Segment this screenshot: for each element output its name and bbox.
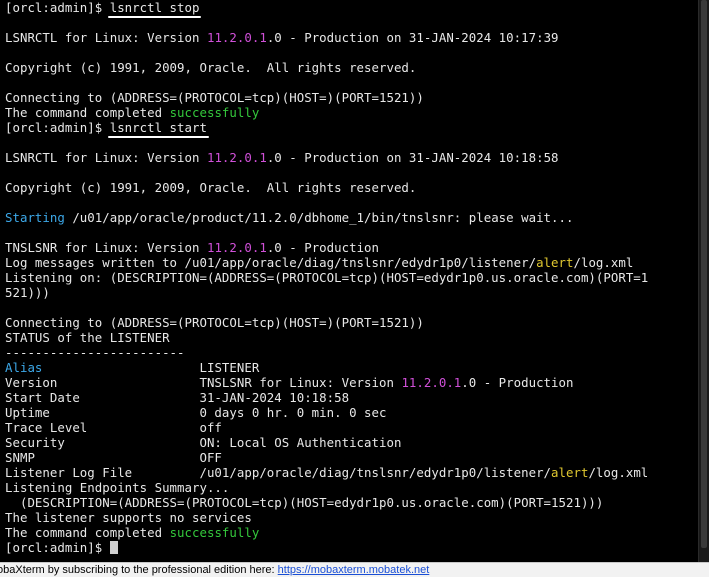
terminal-text: [orcl:admin]$ [5, 0, 110, 15]
terminal-cursor [109, 541, 118, 554]
highlighted-text-success: successfully [169, 105, 260, 120]
command-text: lsnrctl start [107, 120, 209, 138]
terminal-line: The command completed successfully [5, 105, 704, 120]
terminal-line: Log messages written to /u01/app/oracle/… [5, 255, 704, 270]
highlighted-text-version: 11.2.0.1 [206, 240, 267, 255]
terminal-line: STATUS of the LISTENER [5, 330, 704, 345]
terminal-text: /log.xml [573, 255, 634, 270]
terminal-line: Listener Log File /u01/app/oracle/diag/t… [5, 465, 704, 480]
terminal-text: /u01/app/oracle/product/11.2.0/dbhome_1/… [64, 210, 574, 225]
highlighted-text-version: 11.2.0.1 [206, 30, 267, 45]
terminal-text: Uptime 0 days 0 hr. 0 min. 0 sec [5, 405, 387, 420]
terminal-line: [orcl:admin]$ [5, 540, 704, 555]
terminal-line: LSNRCTL for Linux: Version 11.2.0.1.0 - … [5, 150, 704, 165]
terminal-text: Copyright (c) 1991, 2009, Oracle. All ri… [5, 180, 417, 195]
mobaxterm-link[interactable]: https://mobaxterm.mobatek.net [278, 564, 430, 576]
highlighted-text-alert: alert [551, 465, 589, 480]
highlighted-text-alert: alert [536, 255, 574, 270]
terminal-line: Alias LISTENER [5, 360, 704, 375]
terminal-text: Listener Log File /u01/app/oracle/diag/t… [5, 465, 552, 480]
terminal-text: Connecting to (ADDRESS=(PROTOCOL=tcp)(HO… [5, 315, 424, 330]
highlighted-text-version: 11.2.0.1 [206, 150, 267, 165]
terminal-text: Listening Endpoints Summary... [5, 480, 230, 495]
terminal-text: /log.xml [588, 465, 649, 480]
terminal-line: Version TNSLSNR for Linux: Version 11.2.… [5, 375, 704, 390]
terminal-text: .0 - Production [461, 375, 574, 390]
terminal-line: (DESCRIPTION=(ADDRESS=(PROTOCOL=tcp)(HOS… [5, 495, 704, 510]
highlighted-text-success: successfully [169, 525, 260, 540]
terminal-line: 521))) [5, 285, 704, 300]
terminal-text: .0 - Production on 31-JAN-2024 10:17:39 [266, 30, 559, 45]
terminal-text: Listening on: (DESCRIPTION=(ADDRESS=(PRO… [5, 270, 649, 285]
terminal-scrollbar[interactable] [698, 0, 709, 562]
terminal-text: .0 - Production [266, 240, 380, 255]
terminal-text: Security ON: Local OS Authentication [5, 435, 402, 450]
scrollbar-thumb[interactable] [701, 0, 707, 548]
command-underline [107, 16, 202, 18]
status-message: obaXterm by subscribing to the professio… [0, 564, 278, 576]
terminal-output[interactable]: [orcl:admin]$ lsnrctl stop LSNRCTL for L… [0, 0, 704, 562]
terminal-text: Trace Level off [5, 420, 222, 435]
terminal-line: ------------------------ [5, 345, 704, 360]
terminal-text: The listener supports no services [5, 510, 252, 525]
terminal-text: ------------------------ [5, 345, 185, 360]
highlighted-text-cyan: Starting [5, 210, 65, 225]
terminal-text: LSNRCTL for Linux: Version [5, 30, 207, 45]
terminal-text: Start Date 31-JAN-2024 10:18:58 [5, 390, 350, 405]
terminal-text: Connecting to (ADDRESS=(PROTOCOL=tcp)(HO… [5, 90, 424, 105]
terminal-text: 521))) [5, 285, 50, 300]
terminal-line: [orcl:admin]$ lsnrctl start [5, 120, 704, 138]
terminal-text: LSNRCTL for Linux: Version [5, 150, 207, 165]
status-bar: obaXterm by subscribing to the professio… [0, 562, 709, 577]
terminal-line: Starting /u01/app/oracle/product/11.2.0/… [5, 210, 704, 225]
terminal-line: Trace Level off [5, 420, 704, 435]
terminal-text: TNSLSNR for Linux: Version [5, 240, 207, 255]
terminal-line: The listener supports no services [5, 510, 704, 525]
highlighted-text-version: 11.2.0.1 [401, 375, 462, 390]
terminal-text: The command completed [5, 105, 170, 120]
terminal-text: [orcl:admin]$ [5, 540, 110, 555]
terminal-line: Uptime 0 days 0 hr. 0 min. 0 sec [5, 405, 704, 420]
terminal-line: Connecting to (ADDRESS=(PROTOCOL=tcp)(HO… [5, 90, 704, 105]
terminal-line: Copyright (c) 1991, 2009, Oracle. All ri… [5, 180, 704, 195]
terminal-line: Copyright (c) 1991, 2009, Oracle. All ri… [5, 60, 704, 75]
terminal-text: (DESCRIPTION=(ADDRESS=(PROTOCOL=tcp)(HOS… [5, 495, 604, 510]
terminal-text: [orcl:admin]$ [5, 120, 110, 135]
terminal-line: SNMP OFF [5, 450, 704, 465]
terminal-line: The command completed successfully [5, 525, 704, 540]
terminal-text: Version TNSLSNR for Linux: Version [5, 375, 402, 390]
highlighted-text-cyan: Alias [5, 360, 43, 375]
terminal-text: Copyright (c) 1991, 2009, Oracle. All ri… [5, 60, 417, 75]
terminal-line: [orcl:admin]$ lsnrctl stop [5, 0, 704, 18]
command-text: lsnrctl stop [107, 0, 202, 18]
terminal-line: Start Date 31-JAN-2024 10:18:58 [5, 390, 704, 405]
terminal-text: SNMP OFF [5, 450, 222, 465]
terminal-line: TNSLSNR for Linux: Version 11.2.0.1.0 - … [5, 240, 704, 255]
terminal-line: Listening on: (DESCRIPTION=(ADDRESS=(PRO… [5, 270, 704, 285]
terminal-text: STATUS of the LISTENER [5, 330, 170, 345]
terminal-text: The command completed [5, 525, 170, 540]
terminal-line: Security ON: Local OS Authentication [5, 435, 704, 450]
terminal-text: .0 - Production on 31-JAN-2024 10:18:58 [266, 150, 559, 165]
terminal-line: Connecting to (ADDRESS=(PROTOCOL=tcp)(HO… [5, 315, 704, 330]
terminal-text: Log messages written to /u01/app/oracle/… [5, 255, 537, 270]
terminal-text: LISTENER [42, 360, 260, 375]
command-underline [107, 136, 209, 138]
terminal-line: Listening Endpoints Summary... [5, 480, 704, 495]
terminal-line: LSNRCTL for Linux: Version 11.2.0.1.0 - … [5, 30, 704, 45]
